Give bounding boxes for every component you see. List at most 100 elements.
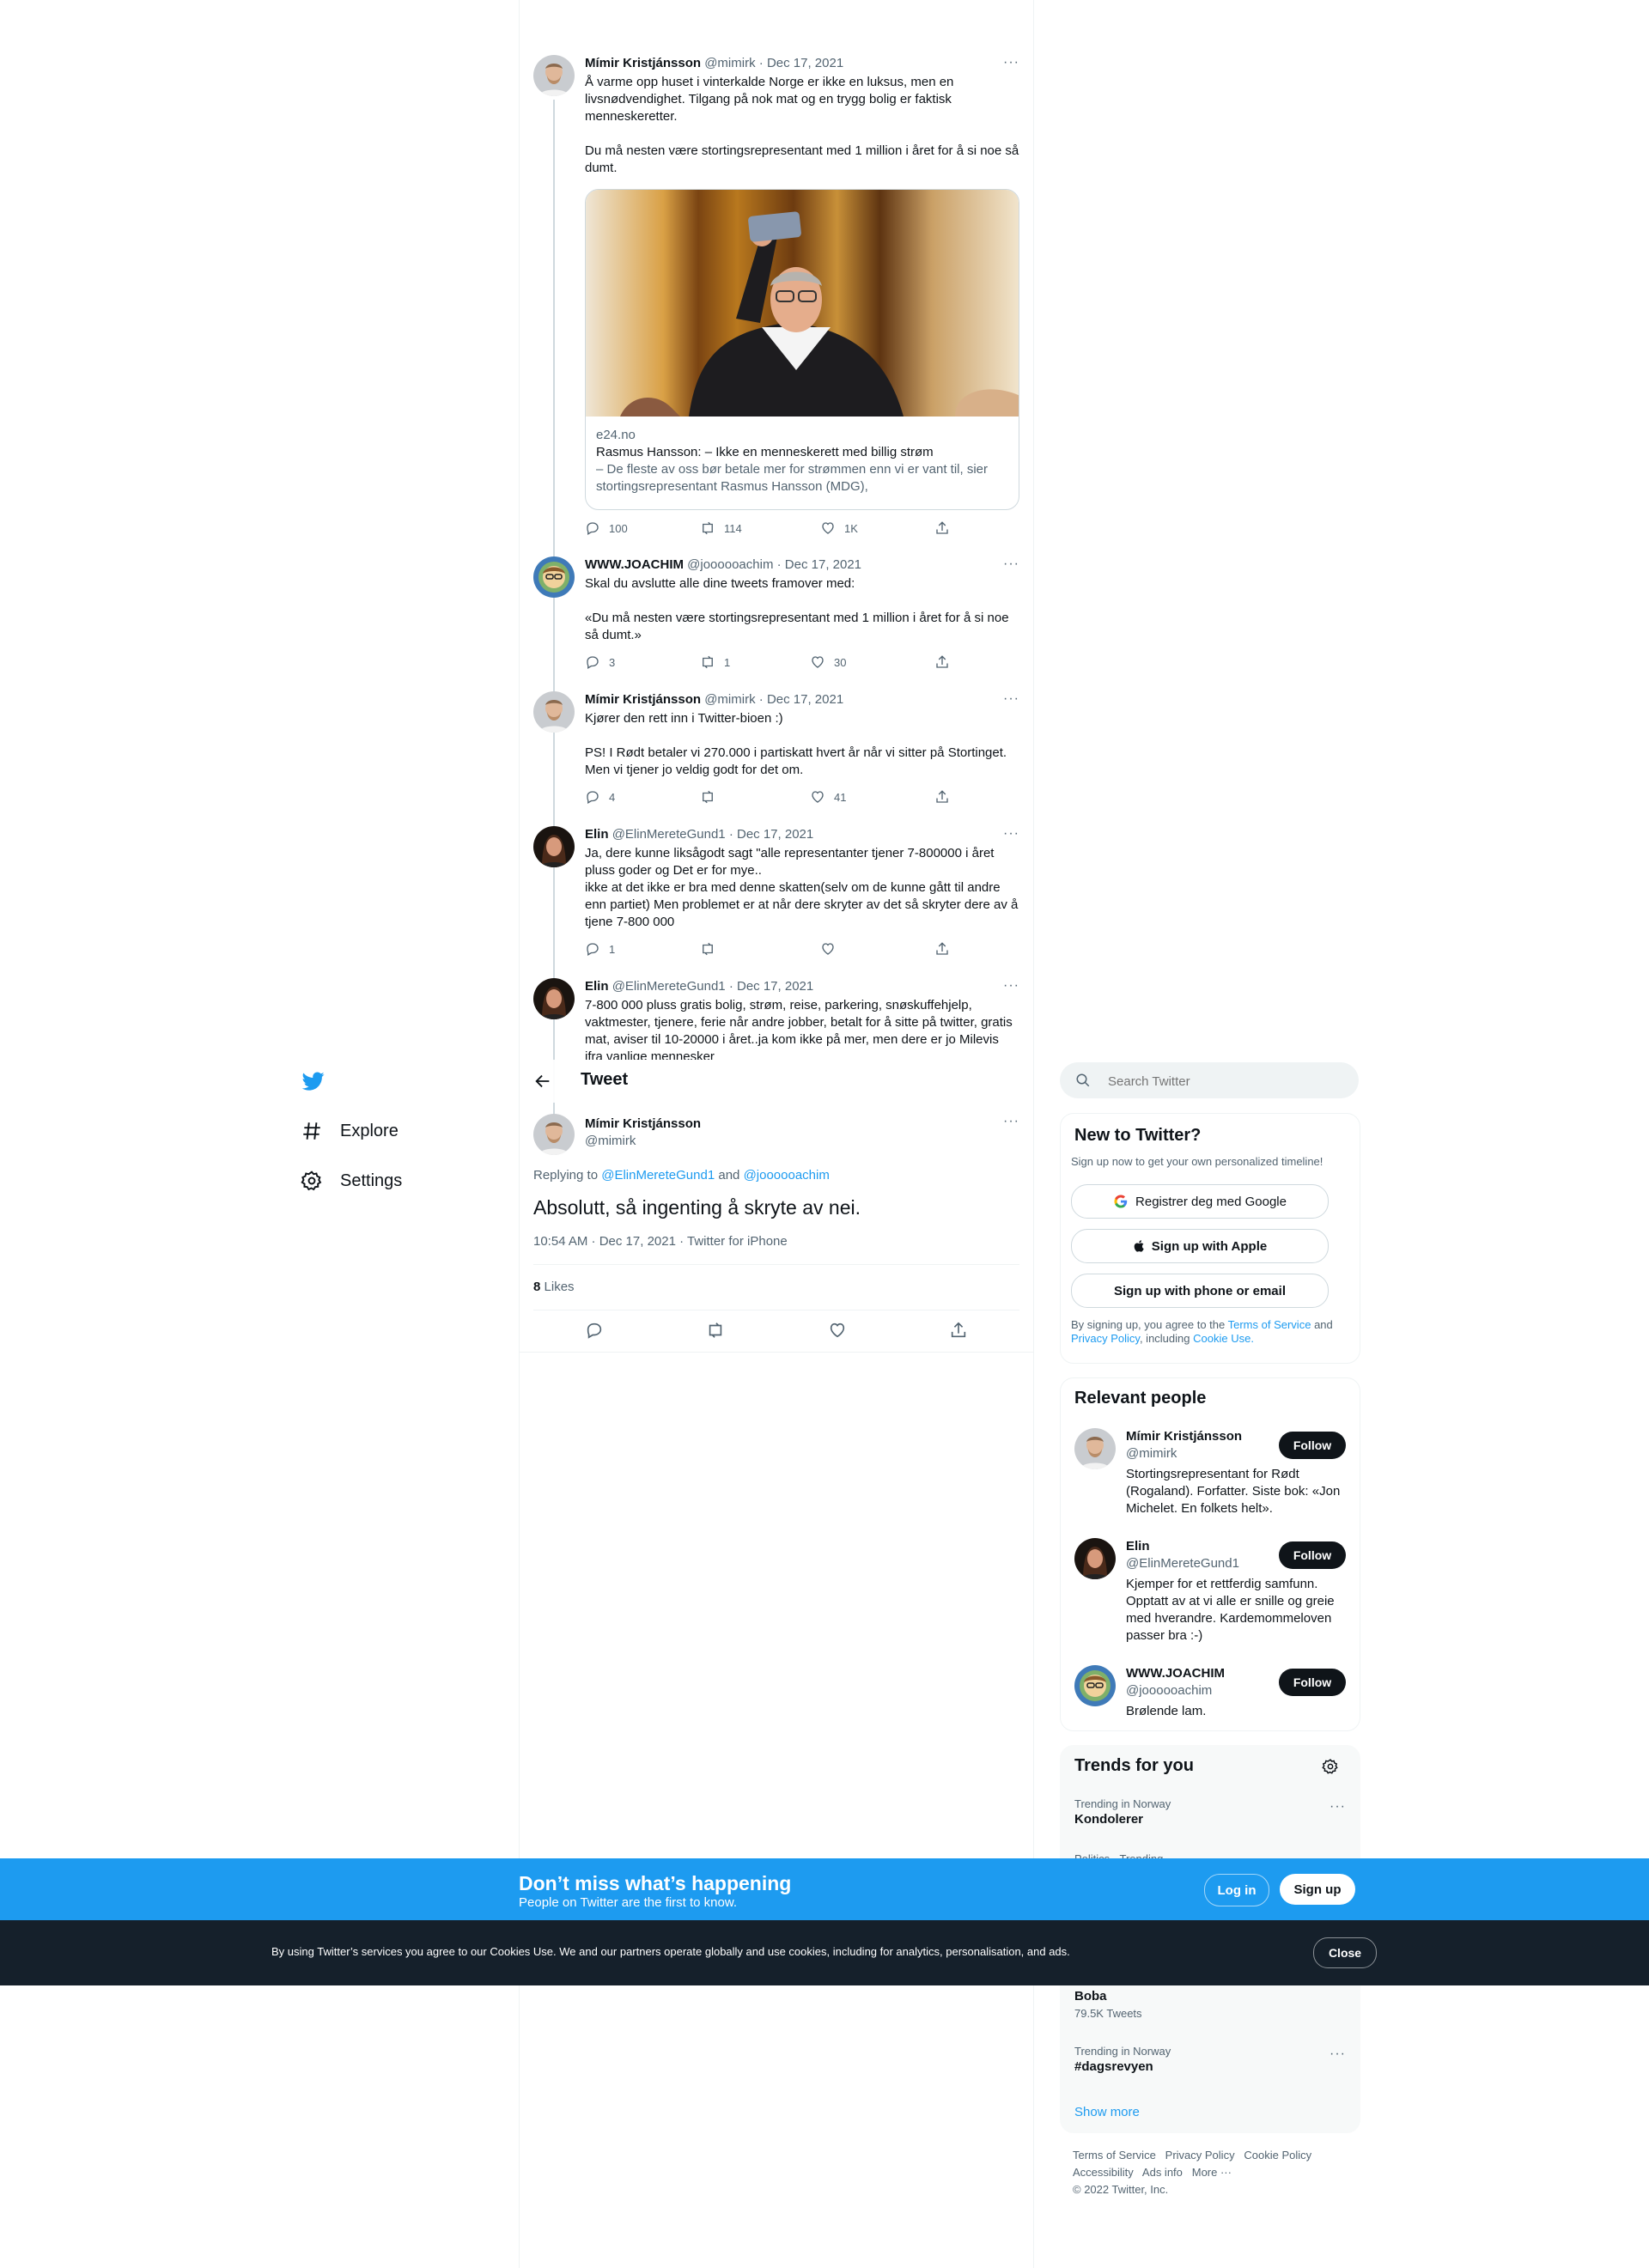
- more-options-icon[interactable]: ···: [1003, 55, 1019, 70]
- more-options-icon[interactable]: ···: [1330, 2046, 1346, 2062]
- avatar[interactable]: [1074, 1665, 1116, 1706]
- user-name[interactable]: WWW.JOACHIM: [585, 557, 684, 572]
- terms-link[interactable]: Terms of Service: [1228, 1318, 1311, 1331]
- thread-tweet[interactable]: Elin @ElinMereteGund1 · Dec 17, 2021 7-8…: [533, 978, 1019, 1060]
- tweet-date[interactable]: Dec 17, 2021: [737, 979, 813, 994]
- user-name[interactable]: Mímir Kristjánsson: [585, 1116, 701, 1133]
- more-options-icon[interactable]: ···: [1003, 826, 1019, 842]
- like-button[interactable]: 30: [810, 654, 846, 670]
- back-arrow-icon[interactable]: [533, 1072, 552, 1091]
- share-button[interactable]: [934, 789, 950, 805]
- sidebar-item-settings[interactable]: Settings: [301, 1170, 402, 1192]
- tweet-date[interactable]: Dec 17, 2021: [785, 557, 861, 572]
- footer-link[interactable]: Ads info: [1142, 2166, 1183, 2179]
- apple-signup-button[interactable]: Sign up with Apple: [1071, 1229, 1329, 1263]
- more-options-icon[interactable]: ···: [1003, 1114, 1019, 1129]
- signup-button[interactable]: Sign up: [1280, 1874, 1355, 1905]
- privacy-link[interactable]: Privacy Policy: [1071, 1332, 1140, 1345]
- more-options-icon[interactable]: ···: [1003, 556, 1019, 572]
- user-name[interactable]: Elin: [585, 827, 609, 842]
- share-button[interactable]: [934, 941, 950, 957]
- settings-gear-icon[interactable]: [1322, 1758, 1339, 1779]
- avatar[interactable]: [1074, 1538, 1116, 1579]
- trend-item[interactable]: Boba 79.5K Tweets: [1074, 1988, 1346, 2021]
- avatar[interactable]: [533, 691, 575, 733]
- sidebar-item-explore[interactable]: Explore: [301, 1120, 399, 1142]
- login-button[interactable]: Log in: [1204, 1874, 1269, 1906]
- tweet-actions: 1: [585, 941, 1019, 958]
- mention-link[interactable]: @joooooachim: [744, 1168, 830, 1183]
- avatar[interactable]: [533, 1114, 575, 1155]
- reply-button[interactable]: [585, 1321, 604, 1344]
- user-handle: @ElinMereteGund1: [612, 827, 726, 842]
- google-signup-button[interactable]: Registrer deg med Google: [1071, 1184, 1329, 1219]
- follow-button[interactable]: Follow: [1279, 1541, 1346, 1569]
- link-card[interactable]: e24.no Rasmus Hansson: – Ikke en mennesk…: [585, 189, 1019, 510]
- share-button[interactable]: [949, 1321, 968, 1344]
- sidebar-item-label: Settings: [340, 1170, 403, 1190]
- follow-button[interactable]: Follow: [1279, 1669, 1346, 1696]
- mention-link[interactable]: @ElinMereteGund1: [601, 1168, 715, 1183]
- more-options-icon[interactable]: ···: [1003, 978, 1019, 994]
- tweet-timestamp[interactable]: 10:54 AM · Dec 17, 2021 · Twitter for iP…: [533, 1233, 788, 1250]
- like-button[interactable]: 1K: [820, 520, 858, 536]
- footer-link[interactable]: Privacy Policy: [1165, 2149, 1235, 2162]
- user-name[interactable]: Mímir Kristjánsson: [585, 692, 701, 707]
- user-name[interactable]: Mímir Kristjánsson: [585, 56, 701, 70]
- likes-stat[interactable]: 8 Likes: [533, 1279, 575, 1296]
- retweet-button[interactable]: [700, 789, 724, 805]
- footer-link[interactable]: More ···: [1192, 2166, 1232, 2179]
- show-more-link[interactable]: Show more: [1074, 2105, 1140, 2119]
- heart-icon: [830, 1322, 845, 1338]
- tweet-text: Ja, dere kunne liksågodt sagt "alle repr…: [585, 846, 1019, 929]
- reply-button[interactable]: 1: [585, 941, 615, 957]
- share-button[interactable]: [934, 654, 950, 670]
- retweet-button[interactable]: [700, 941, 715, 957]
- footer-link[interactable]: Accessibility: [1073, 2166, 1134, 2179]
- twitter-logo-icon[interactable]: [301, 1070, 326, 1092]
- signup-bar: Don’t miss what’s happening People on Tw…: [0, 1858, 1649, 1920]
- avatar[interactable]: [533, 978, 575, 1019]
- reply-button[interactable]: 4: [585, 789, 615, 805]
- retweet-icon: [703, 521, 713, 535]
- search-input[interactable]: [1106, 1071, 1342, 1091]
- retweet-button[interactable]: 1: [700, 654, 730, 670]
- footer-link[interactable]: Terms of Service: [1073, 2149, 1156, 2162]
- more-options-icon[interactable]: ···: [1003, 691, 1019, 707]
- retweet-count: 1: [724, 655, 731, 669]
- user-handle[interactable]: @mimirk: [585, 1133, 701, 1150]
- avatar[interactable]: [533, 55, 575, 96]
- heart-icon: [822, 943, 834, 955]
- reply-icon: [587, 791, 599, 804]
- like-button[interactable]: [828, 1321, 847, 1344]
- more-options-icon[interactable]: ···: [1330, 1799, 1346, 1815]
- panel-title: Trends for you: [1074, 1756, 1194, 1775]
- retweet-button[interactable]: [706, 1321, 725, 1344]
- avatar[interactable]: [1074, 1428, 1116, 1469]
- tweet-date[interactable]: Dec 17, 2021: [737, 827, 813, 842]
- cookie-close-button[interactable]: Close: [1313, 1937, 1377, 1968]
- legal-text: By signing up, you agree to the Terms of…: [1071, 1318, 1333, 1345]
- like-button[interactable]: 41: [810, 789, 846, 805]
- avatar[interactable]: [533, 826, 575, 867]
- like-count: 1K: [844, 521, 858, 535]
- reply-button[interactable]: 100: [585, 520, 628, 536]
- follow-button[interactable]: Follow: [1279, 1432, 1346, 1459]
- footer-link[interactable]: Cookie Policy: [1244, 2149, 1311, 2162]
- trend-item[interactable]: Trending in Norway #dagsrevyen ···: [1074, 2045, 1346, 2076]
- tweet-date[interactable]: Dec 17, 2021: [767, 56, 843, 70]
- share-button[interactable]: [934, 520, 950, 536]
- reply-button[interactable]: 3: [585, 654, 615, 670]
- retweet-button[interactable]: 114: [700, 520, 742, 536]
- cookie-link[interactable]: Cookie Use.: [1193, 1332, 1254, 1345]
- trend-item[interactable]: Trending in Norway Kondolerer ···: [1074, 1797, 1346, 1828]
- retweet-icon: [703, 655, 713, 669]
- search-box[interactable]: [1060, 1062, 1359, 1098]
- avatar[interactable]: [533, 556, 575, 598]
- cookie-bar: By using Twitter’s services you agree to…: [0, 1920, 1649, 1985]
- phone-email-signup-button[interactable]: Sign up with phone or email: [1071, 1274, 1329, 1308]
- tweet-date[interactable]: Dec 17, 2021: [767, 692, 843, 707]
- like-button[interactable]: [820, 941, 836, 957]
- likes-count: 8: [533, 1280, 541, 1294]
- user-name[interactable]: Elin: [585, 979, 609, 994]
